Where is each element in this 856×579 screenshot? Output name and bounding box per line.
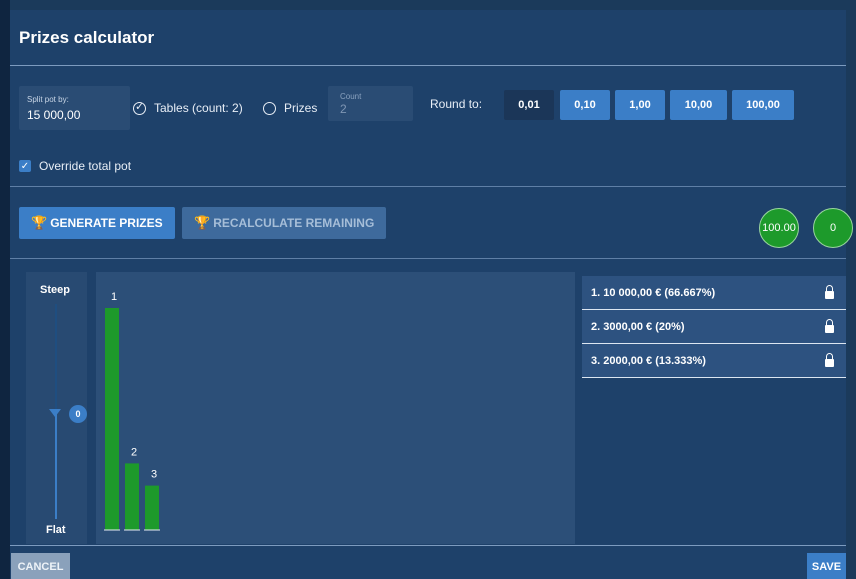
prize-row[interactable]: 2. 3000,00 € (20%)	[582, 310, 846, 344]
flat-label: Flat	[46, 524, 66, 536]
bar-label-3: 3	[151, 469, 157, 481]
radio-unchecked-icon	[263, 101, 276, 115]
prizes-radio[interactable]: Prizes	[263, 101, 317, 115]
generate-label: GENERATE PRIZES	[50, 216, 163, 230]
generate-prizes-button[interactable]: 🏆 GENERATE PRIZES	[19, 207, 175, 239]
round-option-0-10[interactable]: 0,10	[560, 90, 610, 120]
override-label: Override total pot	[39, 159, 132, 173]
dialog-title: Prizes calculator	[19, 28, 155, 47]
prize-row[interactable]: 3. 2000,00 € (13.333%)	[582, 344, 846, 378]
split-pot-label: Split pot by:	[27, 95, 69, 104]
tables-radio-label: Tables (count: 2)	[154, 101, 243, 115]
divider	[10, 186, 846, 187]
prize-distribution-chart: 1 2 3	[96, 272, 575, 544]
slider-thumb[interactable]	[49, 409, 61, 417]
prizes-dialog: Prizes calculator Split pot by: 15 000,0…	[10, 10, 853, 579]
prize-row[interactable]: 1. 10 000,00 € (66.667%)	[582, 276, 846, 310]
dialog-header: Prizes calculator	[10, 10, 846, 66]
round-option-1-00[interactable]: 1,00	[615, 90, 665, 120]
count-value: 2	[340, 102, 347, 116]
count-field[interactable]: Count 2	[328, 86, 413, 121]
prize-list: 1. 10 000,00 € (66.667%) 2. 3000,00 € (2…	[582, 276, 846, 378]
slider-track-fill	[55, 412, 57, 519]
save-button[interactable]: SAVE	[807, 553, 846, 579]
percent-total-indicator: 100.00	[759, 208, 799, 248]
lock-icon[interactable]	[825, 285, 834, 299]
override-total-pot-checkbox[interactable]: ✓ Override total pot	[19, 159, 131, 173]
bar-label-2: 2	[131, 446, 137, 458]
prize-row-text: 2. 3000,00 € (20%)	[591, 321, 685, 333]
lock-icon[interactable]	[825, 353, 834, 367]
checkmark-icon: ✓	[19, 160, 31, 172]
steepness-slider-panel: Steep 0 Flat	[26, 272, 87, 544]
round-option-10-00[interactable]: 10,00	[670, 90, 727, 120]
prizes-radio-label: Prizes	[284, 101, 318, 115]
remaining-indicator: 0	[813, 208, 853, 248]
slider-value-badge: 0	[69, 405, 87, 423]
prize-row-text: 3. 2000,00 € (13.333%)	[591, 355, 706, 367]
divider	[10, 258, 846, 259]
bar-label-1: 1	[111, 291, 117, 303]
tables-radio[interactable]: Tables (count: 2)	[133, 100, 243, 115]
cancel-button[interactable]: CANCEL	[11, 553, 70, 579]
bar-1	[105, 308, 119, 530]
bar-2	[125, 463, 139, 530]
round-option-100-00[interactable]: 100,00	[732, 90, 794, 120]
steep-label: Steep	[40, 284, 70, 296]
recalculate-remaining-button[interactable]: 🏆 RECALCULATE REMAINING	[182, 207, 387, 239]
bar-3	[145, 485, 159, 530]
round-to-label: Round to:	[430, 97, 483, 111]
lock-icon[interactable]	[825, 319, 834, 333]
split-pot-value[interactable]: 15 000,00	[27, 108, 80, 122]
footer-divider	[10, 545, 846, 546]
chart-svg: 1 2 3	[104, 291, 160, 531]
radio-checked-icon	[133, 100, 146, 115]
prize-row-text: 1. 10 000,00 € (66.667%)	[591, 287, 716, 299]
count-label: Count	[340, 92, 362, 101]
window-frame: Prizes calculator Split pot by: 15 000,0…	[0, 0, 856, 579]
split-pot-field[interactable]: Split pot by: 15 000,00	[19, 86, 130, 130]
trophy-icon: 🏆	[31, 215, 48, 230]
round-option-0-01[interactable]: 0,01	[504, 90, 554, 120]
trophy-icon: 🏆	[194, 215, 211, 230]
recalculate-label: RECALCULATE REMAINING	[213, 216, 375, 230]
